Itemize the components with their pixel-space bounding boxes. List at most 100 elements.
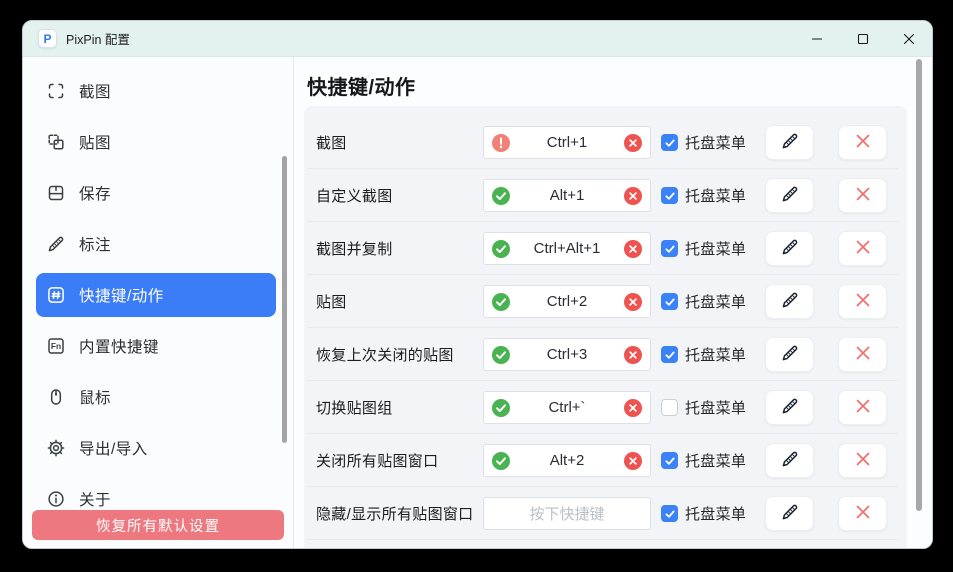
success-icon [492, 452, 510, 470]
clear-hotkey-icon[interactable] [624, 399, 642, 417]
content-area: 快捷键/动作 截图 Ctrl+1 托盘菜单 自定义截图 [294, 57, 932, 548]
minimize-button[interactable] [794, 21, 840, 56]
success-icon [492, 346, 510, 364]
window-body: 截图 贴图 保存 标注 快捷键/动作 Fn 内置快捷键 鼠标 导出/导入 关于 … [23, 57, 932, 548]
tray-menu-checkbox[interactable] [661, 452, 678, 469]
sidebar-scrollbar[interactable] [282, 156, 287, 443]
check-icon [664, 349, 676, 361]
edit-action-button[interactable] [765, 231, 814, 266]
delete-hotkey-button[interactable] [838, 231, 887, 266]
svg-text:Fn: Fn [51, 341, 61, 351]
warning-icon [492, 134, 510, 152]
delete-hotkey-button[interactable] [838, 443, 887, 478]
pin-image-icon [45, 131, 67, 153]
clear-hotkey-icon[interactable] [624, 452, 642, 470]
window-title: PixPin 配置 [66, 29, 130, 48]
pencil-icon [780, 237, 800, 260]
clear-hotkey-icon[interactable] [624, 293, 642, 311]
edit-action-button[interactable] [765, 496, 814, 531]
delete-hotkey-button[interactable] [838, 125, 887, 160]
hotkey-input[interactable]: Alt+2 [483, 444, 651, 477]
sidebar-item-pin-image[interactable]: 贴图 [36, 120, 276, 164]
tray-menu-checkbox[interactable] [661, 399, 678, 416]
hotkey-row: 截图并复制 Ctrl+Alt+1 托盘菜单 [304, 222, 907, 275]
hotkey-row: 贴图 Ctrl+2 托盘菜单 [304, 275, 907, 328]
sidebar-item-builtin-hotkeys[interactable]: Fn 内置快捷键 [36, 324, 276, 368]
sidebar-item-save[interactable]: 保存 [36, 171, 276, 215]
pencil-icon [780, 396, 800, 419]
delete-hotkey-button[interactable] [838, 337, 887, 372]
hotkey-input[interactable]: 按下快捷键 [483, 497, 651, 530]
check-icon [664, 137, 676, 149]
sidebar-item-mouse[interactable]: 鼠标 [36, 375, 276, 419]
hotkey-input[interactable]: Ctrl+2 [483, 285, 651, 318]
close-icon [903, 33, 915, 45]
pencil-icon [780, 131, 800, 154]
sidebar-item-annotate[interactable]: 标注 [36, 222, 276, 266]
screenshot-icon [45, 80, 67, 102]
delete-hotkey-button[interactable] [838, 178, 887, 213]
delete-x-icon [853, 396, 873, 419]
delete-x-icon [853, 290, 873, 313]
hotkey-input[interactable]: Alt+1 [483, 179, 651, 212]
edit-action-button[interactable] [765, 178, 814, 213]
tray-menu-checkbox[interactable] [661, 505, 678, 522]
action-label: 截图 [316, 116, 347, 169]
success-icon [492, 187, 510, 205]
maximize-icon [857, 33, 869, 45]
edit-action-button[interactable] [765, 337, 814, 372]
action-label: 贴图 [316, 275, 347, 328]
reset-defaults-button[interactable]: 恢复所有默认设置 [32, 510, 284, 540]
clear-hotkey-icon[interactable] [624, 134, 642, 152]
tray-menu-checkbox[interactable] [661, 187, 678, 204]
tray-menu-checkbox[interactable] [661, 240, 678, 257]
hotkey-value: Ctrl+1 [547, 134, 587, 151]
sidebar-item-screenshot[interactable]: 截图 [36, 69, 276, 113]
clear-hotkey-icon[interactable] [624, 187, 642, 205]
hotkey-row: 隐藏/显示所有贴图窗口 按下快捷键 托盘菜单 [304, 487, 907, 540]
hotkey-value: Alt+2 [550, 452, 585, 469]
delete-hotkey-button[interactable] [838, 390, 887, 425]
edit-action-button[interactable] [765, 390, 814, 425]
hotkey-value: Alt+1 [550, 187, 585, 204]
action-label: 截图并复制 [316, 222, 393, 275]
tray-menu-label: 托盘菜单 [685, 222, 746, 275]
tray-menu-label: 托盘菜单 [685, 487, 746, 540]
hotkey-input[interactable]: Ctrl+1 [483, 126, 651, 159]
hotkey-row: 关闭所有贴图窗口 Alt+2 托盘菜单 [304, 434, 907, 487]
delete-x-icon [853, 449, 873, 472]
minimize-icon [811, 33, 823, 45]
sidebar-item-hotkeys-actions[interactable]: 快捷键/动作 [36, 273, 276, 317]
content-scrollbar[interactable] [916, 59, 922, 511]
sidebar-nav: 截图 贴图 保存 标注 快捷键/动作 Fn 内置快捷键 鼠标 导出/导入 关于 … [23, 57, 293, 548]
success-icon [492, 240, 510, 258]
pencil-icon [780, 449, 800, 472]
pencil-icon [780, 184, 800, 207]
tray-menu-checkbox[interactable] [661, 346, 678, 363]
pixpin-app-icon: P [38, 29, 57, 48]
edit-action-button[interactable] [765, 125, 814, 160]
clear-hotkey-icon[interactable] [624, 346, 642, 364]
close-button[interactable] [886, 21, 932, 56]
hotkey-input[interactable]: Ctrl+` [483, 391, 651, 424]
sidebar-item-export-import[interactable]: 导出/导入 [36, 426, 276, 470]
maximize-button[interactable] [840, 21, 886, 56]
hotkey-row: 截图 Ctrl+1 托盘菜单 [304, 116, 907, 169]
edit-action-button[interactable] [765, 443, 814, 478]
hotkey-row: 自定义截图 Alt+1 托盘菜单 [304, 169, 907, 222]
clear-hotkey-icon[interactable] [624, 240, 642, 258]
hotkey-value: Ctrl+3 [547, 346, 587, 363]
edit-action-button[interactable] [765, 284, 814, 319]
hotkey-input[interactable]: Ctrl+3 [483, 338, 651, 371]
hotkey-input[interactable]: Ctrl+Alt+1 [483, 232, 651, 265]
check-icon [664, 508, 676, 520]
success-icon [492, 399, 510, 417]
delete-x-icon [853, 184, 873, 207]
pencil-icon [780, 290, 800, 313]
delete-hotkey-button[interactable] [838, 496, 887, 531]
delete-hotkey-button[interactable] [838, 284, 887, 319]
tray-menu-checkbox[interactable] [661, 134, 678, 151]
action-label: 切换贴图组 [316, 381, 393, 434]
save-icon [45, 182, 67, 204]
tray-menu-checkbox[interactable] [661, 293, 678, 310]
